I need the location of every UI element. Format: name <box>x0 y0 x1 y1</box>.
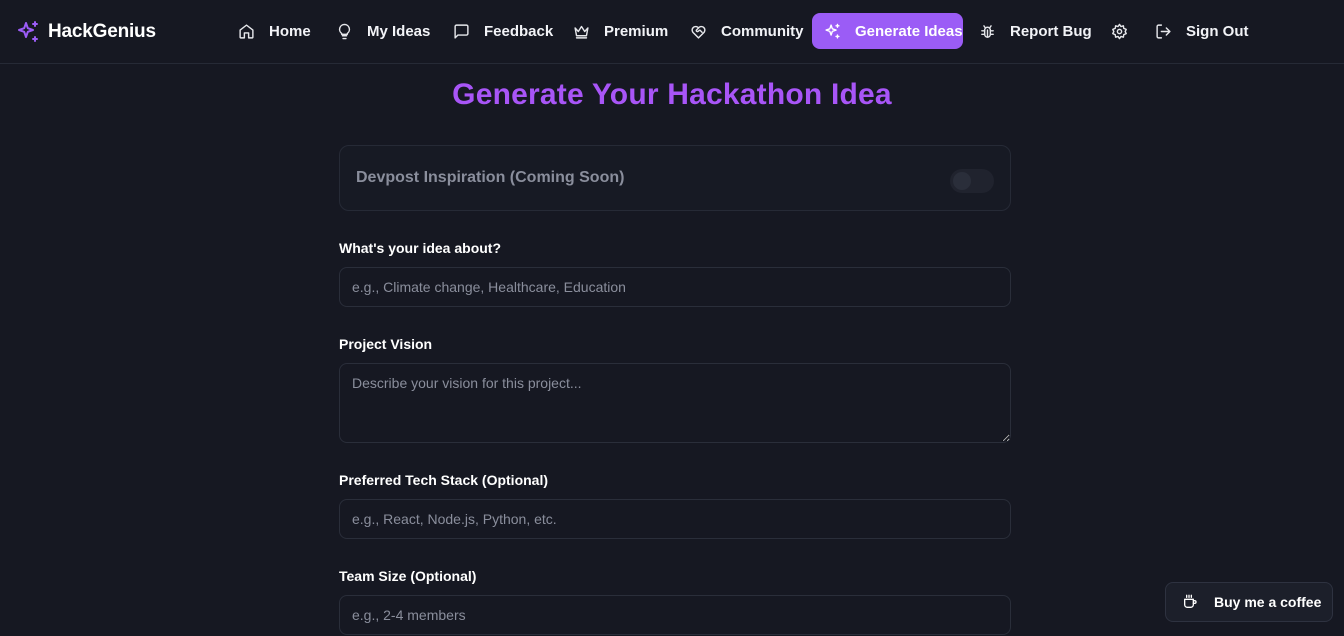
lightbulb-icon <box>338 23 351 39</box>
log-out-icon <box>1156 23 1171 39</box>
navbar: HackGenius Home My Ideas Feedback Premiu… <box>0 0 1344 64</box>
nav-my-ideas-label: My Ideas <box>367 22 431 40</box>
tech-stack-input[interactable] <box>339 499 1011 539</box>
home-icon <box>239 23 254 39</box>
nav-my-ideas[interactable]: My Ideas <box>324 13 442 49</box>
team-size-input[interactable] <box>339 595 1011 635</box>
nav-premium-label: Premium <box>604 22 669 40</box>
nav-generate-ideas-label: Generate Ideas <box>855 22 963 40</box>
nav-home-label: Home <box>269 22 311 40</box>
nav-feedback[interactable]: Feedback <box>441 13 565 49</box>
nav-feedback-label: Feedback <box>484 22 554 40</box>
devpost-inspiration-card: Devpost Inspiration (Coming Soon) <box>339 145 1011 211</box>
nav-settings[interactable] <box>1099 13 1140 49</box>
page-title: Generate Your Hackathon Idea <box>452 78 892 111</box>
nav-sign-out-label: Sign Out <box>1186 22 1249 40</box>
sparkles-icon <box>825 23 840 39</box>
devpost-inspiration-label: Devpost Inspiration (Coming Soon) <box>356 169 625 186</box>
coffee-cup-icon <box>1184 594 1197 608</box>
nav-sign-out[interactable]: Sign Out <box>1143 13 1261 49</box>
crown-icon <box>574 25 589 39</box>
message-square-icon <box>454 23 469 39</box>
topic-input[interactable] <box>339 267 1011 307</box>
nav-generate-ideas[interactable]: Generate Ideas <box>812 13 963 49</box>
bug-icon <box>981 24 994 38</box>
vision-textarea[interactable] <box>339 363 1011 443</box>
nav-premium[interactable]: Premium <box>561 13 680 49</box>
brand-logo[interactable]: HackGenius <box>16 18 156 46</box>
topic-label: What's your idea about? <box>339 240 502 256</box>
buy-me-a-coffee-label: Buy me a coffee <box>1214 594 1322 610</box>
nav-report-bug[interactable]: Report Bug <box>967 13 1104 49</box>
gear-icon <box>1112 23 1127 39</box>
toggle-knob <box>953 172 971 190</box>
nav-report-bug-label: Report Bug <box>1010 22 1092 40</box>
nav-home[interactable]: Home <box>226 13 323 49</box>
brand-name: HackGenius <box>48 21 156 42</box>
sparkles-icon <box>18 21 38 42</box>
devpost-inspiration-toggle[interactable] <box>950 169 994 193</box>
nav-community[interactable]: Community <box>678 13 816 49</box>
tech-stack-label: Preferred Tech Stack (Optional) <box>339 472 549 488</box>
nav-community-label: Community <box>721 22 804 40</box>
vision-label: Project Vision <box>339 336 433 352</box>
heart-handshake-icon <box>691 25 706 39</box>
buy-me-a-coffee-button[interactable]: Buy me a coffee <box>1165 582 1333 622</box>
team-size-label: Team Size (Optional) <box>339 568 477 584</box>
